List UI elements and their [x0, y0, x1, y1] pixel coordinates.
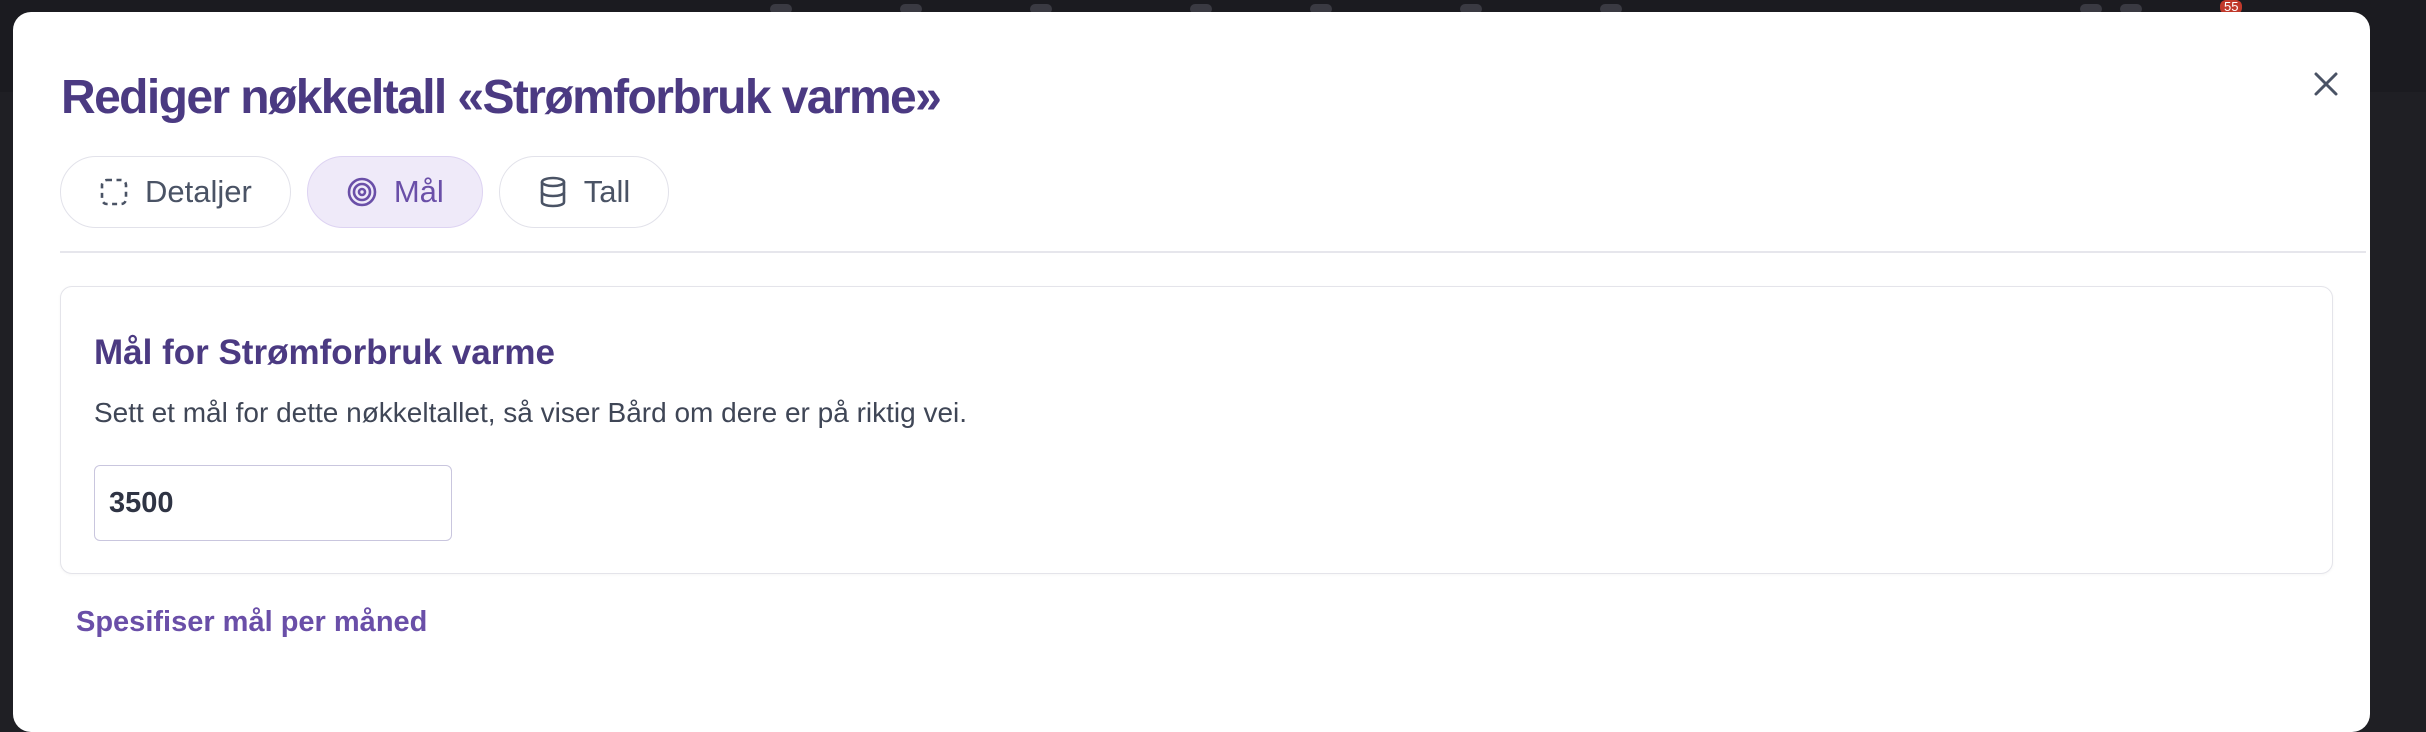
goal-card: Mål for Strømforbruk varme Sett et mål f… — [60, 286, 2333, 574]
dialog-title: Rediger nøkkeltall «Strømforbruk varme» — [61, 71, 942, 124]
goal-card-description: Sett et mål for dette nøkkeltallet, så v… — [94, 397, 968, 428]
tab-tall[interactable]: Tall — [498, 156, 670, 228]
goal-card-title: Mål for Strømforbruk varme — [94, 333, 555, 372]
close-icon — [2314, 72, 2338, 96]
tab-bar: Detaljer Mål Tall — [60, 156, 670, 228]
edit-kpi-dialog: Rediger nøkkeltall «Strømforbruk varme» … — [13, 12, 2370, 732]
tab-detaljer[interactable]: Detaljer — [60, 156, 291, 228]
dashed-square-icon — [100, 178, 128, 206]
database-icon — [540, 176, 566, 208]
close-button[interactable] — [2304, 62, 2348, 106]
goal-value-input[interactable] — [94, 465, 452, 541]
target-icon — [347, 177, 377, 207]
tab-divider — [60, 251, 2366, 253]
specify-monthly-goal-link[interactable]: Spesifiser mål per måned — [76, 606, 427, 639]
tab-mal[interactable]: Mål — [306, 156, 483, 228]
tab-label: Mål — [393, 174, 444, 209]
tab-label: Tall — [583, 174, 631, 209]
tab-label: Detaljer — [145, 174, 252, 209]
